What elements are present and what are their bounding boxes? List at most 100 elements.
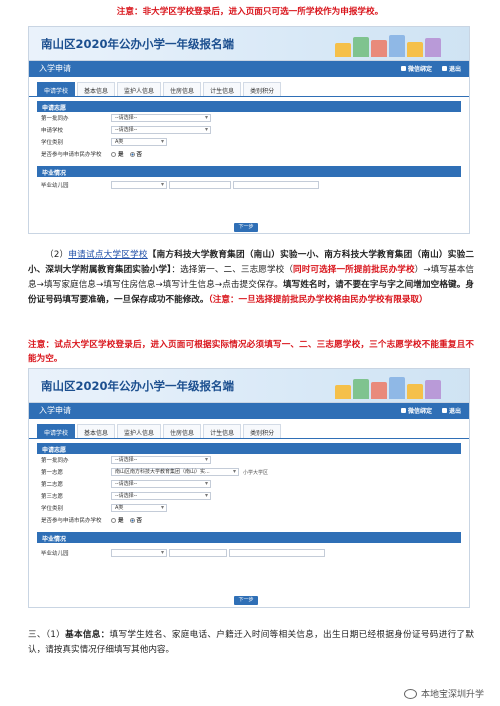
logout-icon [441,66,447,71]
mid-note: 注意：试点大学区学校登录后，进入页面可根据实际情况必须填写一、二、三志愿学校，三… [28,340,474,364]
logout-label: 退出 [448,66,461,73]
nav-bar: 入学申请 微信绑定 退出 [29,61,469,77]
wechat-bind-link[interactable]: 微信绑定 [400,406,432,415]
highlight-text: （注意：一旦选择提前批民办学校将由民办学校有限录取） [208,295,428,305]
tab-basic-info[interactable]: 基本信息 [77,82,116,96]
next-step-button[interactable]: 下一步 [234,596,258,605]
radio-no-label: 否 [136,152,143,158]
field-label: 学位类别 [41,506,64,512]
kindergarten-name-input[interactable] [233,181,319,189]
district-suffix: 小学大学区 [243,469,269,476]
logout-icon [441,408,447,413]
form-row: 毕业幼儿园 [37,547,461,559]
kindergarten-input[interactable] [169,181,231,189]
nav-title: 入学申请 [39,64,71,73]
paragraph-pilot-schools: （2）申请试点大学区学校【南方科技大学教育集团（南山）实验一小、南方科技大学教育… [28,248,474,308]
form-row: 第三志愿 --请选择-- [37,490,461,502]
radio-icon [111,517,116,523]
apply-school-select[interactable]: --请选择-- [111,126,211,134]
first-choice-select[interactable]: 南山区南方科技大学教育集团（南山）实... [111,468,239,476]
pilot-school-link[interactable]: 申请试点大学区学校 [68,250,147,260]
watermark-text: 本地宝深圳升学 [420,690,484,700]
tab-family-planning-info[interactable]: 计生信息 [203,82,242,96]
second-choice-select[interactable]: --请选择-- [111,480,211,488]
first-batch-select[interactable]: --请选择-- [111,456,211,464]
kindergarten-select[interactable] [111,549,167,557]
form-row: 第一志愿 南山区南方科技大学教育集团（南山）实... 小学大学区 [37,466,461,478]
section-apply-header: 申请志愿 [37,101,461,112]
field-label: 第一批同办 [41,458,69,464]
logout-label: 退出 [448,408,461,415]
wechat-bind-label: 微信绑定 [407,66,432,73]
kindergarten-select[interactable] [111,181,167,189]
form-row: 是否参与申请市民办学校 是 否 [37,514,461,526]
field-label: 是否参与申请市民办学校 [41,518,102,524]
tab-apply-school[interactable]: 申请学校 [37,82,76,96]
field-label: 毕业幼儿园 [41,551,69,557]
tab-housing-info[interactable]: 住房信息 [163,424,202,438]
first-batch-select[interactable]: --请选择-- [111,114,211,122]
wechat-icon [400,408,406,413]
degree-category-select[interactable]: A类 [111,138,167,146]
logout-link[interactable]: 退出 [441,64,461,73]
portal-screenshot-2: 南山区2020年公办小学一年级报名端 入学申请 微信绑定 退出 申请学校 基本信… [28,368,470,608]
radio-yes[interactable]: 是 [111,150,124,158]
form-row: 毕业幼儿园 [37,179,461,191]
tab-basic-info[interactable]: 基本信息 [77,424,116,438]
radio-no[interactable]: 否 [129,150,143,158]
bold-text: 基本信息： [65,630,110,640]
wechat-bind-link[interactable]: 微信绑定 [400,64,432,73]
kindergarten-name-input[interactable] [229,549,325,557]
books-illustration [335,373,455,399]
radio-yes-label: 是 [118,152,124,158]
tab-category-points[interactable]: 类别积分 [243,424,282,438]
next-step-button[interactable]: 下一步 [234,223,258,232]
section-apply-header: 申请志愿 [37,443,461,454]
wechat-logo-icon [403,688,417,699]
paragraph-basic-info: 三、（1）基本信息：填写学生姓名、家庭电话、户籍迁入时间等相关信息，出生日期已经… [28,628,474,657]
tab-bar: 申请学校 基本信息 监护人信息 住房信息 计生信息 类别积分 [29,419,469,439]
radio-no-label: 否 [136,518,143,524]
paragraph-number: 三、（1） [28,630,66,640]
radio-yes[interactable]: 是 [111,516,124,524]
tab-category-points[interactable]: 类别积分 [243,82,282,96]
paragraph-text: ：选择第一、二、三志愿学校（ [171,265,294,275]
field-label: 学位类别 [41,140,64,146]
logout-link[interactable]: 退出 [441,406,461,415]
field-label: 第一批同办 [41,116,69,122]
wechat-icon [400,66,406,71]
field-label: 第三志愿 [41,494,64,500]
wechat-bind-label: 微信绑定 [407,408,432,415]
field-label: 第二志愿 [41,482,64,488]
nav-bar: 入学申请 微信绑定 退出 [29,403,469,419]
radio-icon [111,151,116,157]
form-row: 学位类别 A类 [37,502,461,514]
portal-banner: 南山区2020年公办小学一年级报名端 [29,369,469,403]
section-graduation-header: 毕业情况 [37,166,461,177]
tab-family-planning-info[interactable]: 计生信息 [203,424,242,438]
form-row: 是否参与申请市民办学校 是 否 [37,148,461,160]
paragraph-number: （2） [45,250,69,260]
top-note: 注意：非大学区学校登录后，进入页面只可选一所学校作为申报学校。 [116,7,384,17]
nav-title: 入学申请 [39,406,71,415]
tab-guardian-info[interactable]: 监护人信息 [117,424,162,438]
tab-housing-info[interactable]: 住房信息 [163,82,202,96]
degree-category-select[interactable]: A类 [111,504,167,512]
tab-apply-school[interactable]: 申请学校 [37,424,76,438]
tab-guardian-info[interactable]: 监护人信息 [117,82,162,96]
tab-bar: 申请学校 基本信息 监护人信息 住房信息 计生信息 类别积分 [29,77,469,97]
radio-checked-icon [129,151,135,157]
watermark: 本地宝深圳升学 [403,687,484,700]
field-label: 是否参与申请市民办学校 [41,152,102,158]
radio-no[interactable]: 否 [129,516,143,524]
form-row: 第一批同办 --请选择-- [37,112,461,124]
portal-banner: 南山区2020年公办小学一年级报名端 [29,27,469,61]
form-row: 第一批同办 --请选择-- [37,454,461,466]
section-graduation-header: 毕业情况 [37,532,461,543]
radio-yes-label: 是 [118,518,124,524]
field-label: 第一志愿 [41,470,64,476]
form-row: 申请学校 --请选择-- [37,124,461,136]
third-choice-select[interactable]: --请选择-- [111,492,211,500]
banner-title: 南山区2020年公办小学一年级报名端 [41,379,235,393]
kindergarten-input[interactable] [169,549,227,557]
